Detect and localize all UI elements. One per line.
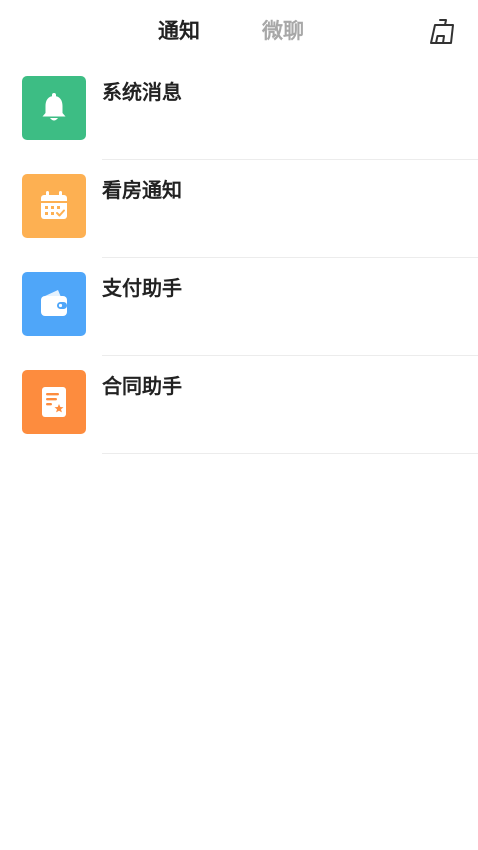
broom-clear-icon bbox=[430, 19, 454, 44]
wallet-icon bbox=[41, 290, 67, 316]
tab-notifications[interactable]: 通知 bbox=[158, 15, 200, 47]
item-title: 看房通知 bbox=[102, 178, 182, 202]
system-messages-icon-tile bbox=[22, 76, 86, 140]
clear-button[interactable] bbox=[428, 16, 458, 46]
list-item-system-messages[interactable]: 系统消息 bbox=[0, 62, 478, 160]
calendar-icon bbox=[41, 191, 67, 219]
divider bbox=[102, 453, 478, 454]
item-title: 支付助手 bbox=[102, 276, 182, 300]
list-item-payment-assistant[interactable]: 支付助手 bbox=[0, 258, 478, 356]
top-bar: 通知 微聊 bbox=[0, 0, 478, 64]
viewing-notice-icon-tile bbox=[22, 174, 86, 238]
notifications-page: 通知 微聊 系统消息 看房通知 支付助手 合同助手 bbox=[0, 0, 478, 850]
item-title: 系统消息 bbox=[102, 80, 182, 104]
payment-assistant-icon-tile bbox=[22, 272, 86, 336]
bell-icon bbox=[42, 93, 66, 121]
list-item-contract-assistant[interactable]: 合同助手 bbox=[0, 356, 478, 454]
item-title: 合同助手 bbox=[102, 374, 182, 398]
list-item-viewing-notice[interactable]: 看房通知 bbox=[0, 160, 478, 258]
notification-list: 系统消息 看房通知 支付助手 合同助手 bbox=[0, 62, 478, 454]
tab-chat[interactable]: 微聊 bbox=[262, 15, 304, 47]
contract-assistant-icon-tile bbox=[22, 370, 86, 434]
contract-icon bbox=[42, 387, 66, 417]
